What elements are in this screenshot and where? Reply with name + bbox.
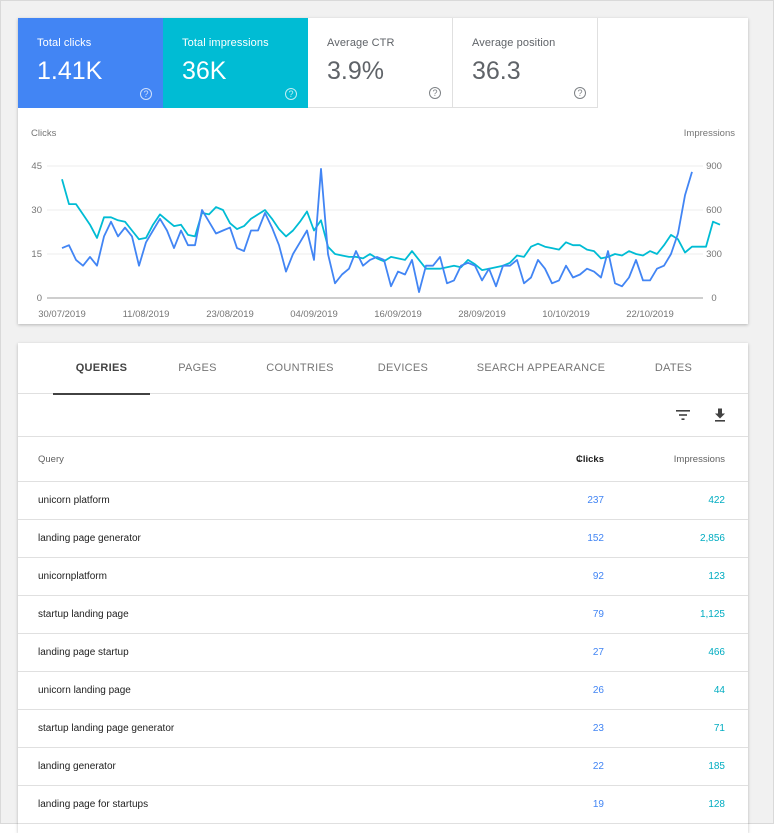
clicks-cell: 237 (587, 495, 604, 506)
left-axis-tick-label: 0 (37, 293, 42, 304)
clicks-cell: 23 (592, 723, 604, 734)
impressions-cell: 71 (713, 723, 725, 734)
tab-search-appearance[interactable]: SEARCH APPEARANCE (451, 343, 631, 394)
series-line-impressions (61, 178, 721, 272)
table-row[interactable]: startup landing page 79 1,125 (18, 596, 748, 634)
tab-pages[interactable]: PAGES (150, 343, 245, 394)
query-cell: unicorn landing page (38, 685, 131, 696)
impressions-cell: 466 (708, 647, 725, 658)
help-icon[interactable]: ? (429, 87, 441, 99)
clicks-cell: 79 (592, 609, 604, 620)
metric-total-clicks[interactable]: Total clicks 1.41K ? (18, 18, 163, 108)
query-cell: landing generator (38, 761, 116, 772)
clicks-cell: 152 (587, 533, 604, 544)
metric-value: 36.3 (472, 57, 521, 85)
query-cell: landing page for startups (38, 799, 149, 810)
table-body: unicorn platform 237 422 landing page gener… (18, 482, 748, 824)
x-axis-tick-label: 16/09/2019 (374, 309, 422, 320)
table-row[interactable]: landing generator 22 185 (18, 748, 748, 786)
right-axis-tick-label: 0 (711, 293, 716, 304)
query-cell: startup landing page generator (38, 723, 175, 734)
x-axis-tick-label: 10/10/2019 (542, 309, 590, 320)
right-axis-label: Impressions (684, 128, 735, 139)
series-line-clicks (61, 168, 693, 294)
clicks-cell: 27 (592, 647, 604, 658)
table-row[interactable]: unicorn platform 237 422 (18, 482, 748, 520)
table-toolbar (18, 394, 748, 437)
performance-card: Total clicks 1.41K ? Total impressions 3… (18, 18, 748, 324)
right-axis-tick-label: 300 (706, 249, 722, 260)
data-table-card: QUERIES PAGES COUNTRIES DEVICES SEARCH A… (18, 343, 748, 833)
table-header: Query ↓ Clicks Impressions (18, 437, 748, 482)
impressions-cell: 1,125 (699, 609, 725, 620)
x-axis-tick-label: 23/08/2019 (206, 309, 254, 320)
impressions-cell: 44 (713, 685, 725, 696)
query-cell: landing page generator (38, 533, 141, 544)
left-axis-tick-label: 30 (31, 205, 42, 216)
clicks-cell: 26 (592, 685, 604, 696)
tab-devices[interactable]: DEVICES (355, 343, 451, 394)
table-row[interactable]: landing page for startups 19 128 (18, 786, 748, 824)
dimension-tabs: QUERIES PAGES COUNTRIES DEVICES SEARCH A… (18, 343, 748, 395)
metric-value: 3.9% (327, 57, 384, 85)
impressions-cell: 185 (708, 761, 725, 772)
table-row[interactable]: landing page startup 27 466 (18, 634, 748, 672)
query-cell: unicornplatform (38, 571, 107, 582)
metric-average-ctr[interactable]: Average CTR 3.9% ? (308, 18, 453, 108)
query-cell: unicorn platform (38, 495, 110, 506)
query-cell: landing page startup (38, 647, 129, 658)
impressions-cell: 422 (708, 495, 725, 506)
tab-countries[interactable]: COUNTRIES (245, 343, 355, 394)
impressions-cell: 128 (708, 799, 725, 810)
impressions-cell: 123 (708, 571, 725, 582)
metric-value: 36K (182, 57, 227, 85)
metric-label: Average CTR (327, 37, 395, 49)
download-icon[interactable] (712, 407, 728, 423)
column-header-query[interactable]: Query (38, 454, 64, 465)
table-row[interactable]: startup landing page generator 23 71 (18, 710, 748, 748)
help-icon[interactable]: ? (140, 88, 152, 100)
metric-label: Total clicks (37, 37, 92, 49)
x-axis-tick-label: 30/07/2019 (38, 309, 86, 320)
chart-svg: Clicks Impressions 0 15 30 45 0 300 600 900 30… (31, 128, 735, 320)
help-icon[interactable]: ? (574, 87, 586, 99)
metric-total-impressions[interactable]: Total impressions 36K ? (163, 18, 308, 108)
tab-queries[interactable]: QUERIES (53, 343, 150, 395)
clicks-cell: 92 (592, 571, 604, 582)
clicks-cell: 22 (592, 761, 604, 772)
left-axis-label: Clicks (31, 128, 57, 139)
help-icon[interactable]: ? (285, 88, 297, 100)
left-axis-tick-label: 45 (31, 161, 42, 172)
table-row[interactable]: landing page generator 152 2,856 (18, 520, 748, 558)
x-axis-tick-label: 22/10/2019 (626, 309, 674, 320)
left-axis-tick-label: 15 (31, 249, 42, 260)
metric-label: Total impressions (182, 37, 269, 49)
x-axis-tick-label: 04/09/2019 (290, 309, 338, 320)
metric-label: Average position (472, 37, 556, 49)
metric-average-position[interactable]: Average position 36.3 ? (453, 18, 598, 108)
x-axis-tick-label: 11/08/2019 (123, 309, 170, 320)
x-axis-tick-label: 28/09/2019 (458, 309, 506, 320)
column-header-impressions[interactable]: Impressions (674, 454, 725, 465)
table-row[interactable]: unicorn landing page 26 44 (18, 672, 748, 710)
clicks-cell: 19 (592, 799, 604, 810)
metric-tiles: Total clicks 1.41K ? Total impressions 3… (18, 18, 748, 108)
right-axis-tick-label: 900 (706, 161, 722, 172)
right-axis-tick-label: 600 (706, 205, 722, 216)
filter-icon[interactable] (675, 407, 691, 423)
column-header-clicks[interactable]: Clicks (576, 454, 604, 465)
impressions-cell: 2,856 (699, 533, 725, 544)
metric-value: 1.41K (37, 57, 103, 85)
table-row[interactable]: unicornplatform 92 123 (18, 558, 748, 596)
tab-dates[interactable]: DATES (631, 343, 716, 394)
performance-chart[interactable]: Clicks Impressions 0 15 30 45 0 300 600 900 30… (18, 108, 748, 324)
query-cell: startup landing page (38, 609, 129, 620)
